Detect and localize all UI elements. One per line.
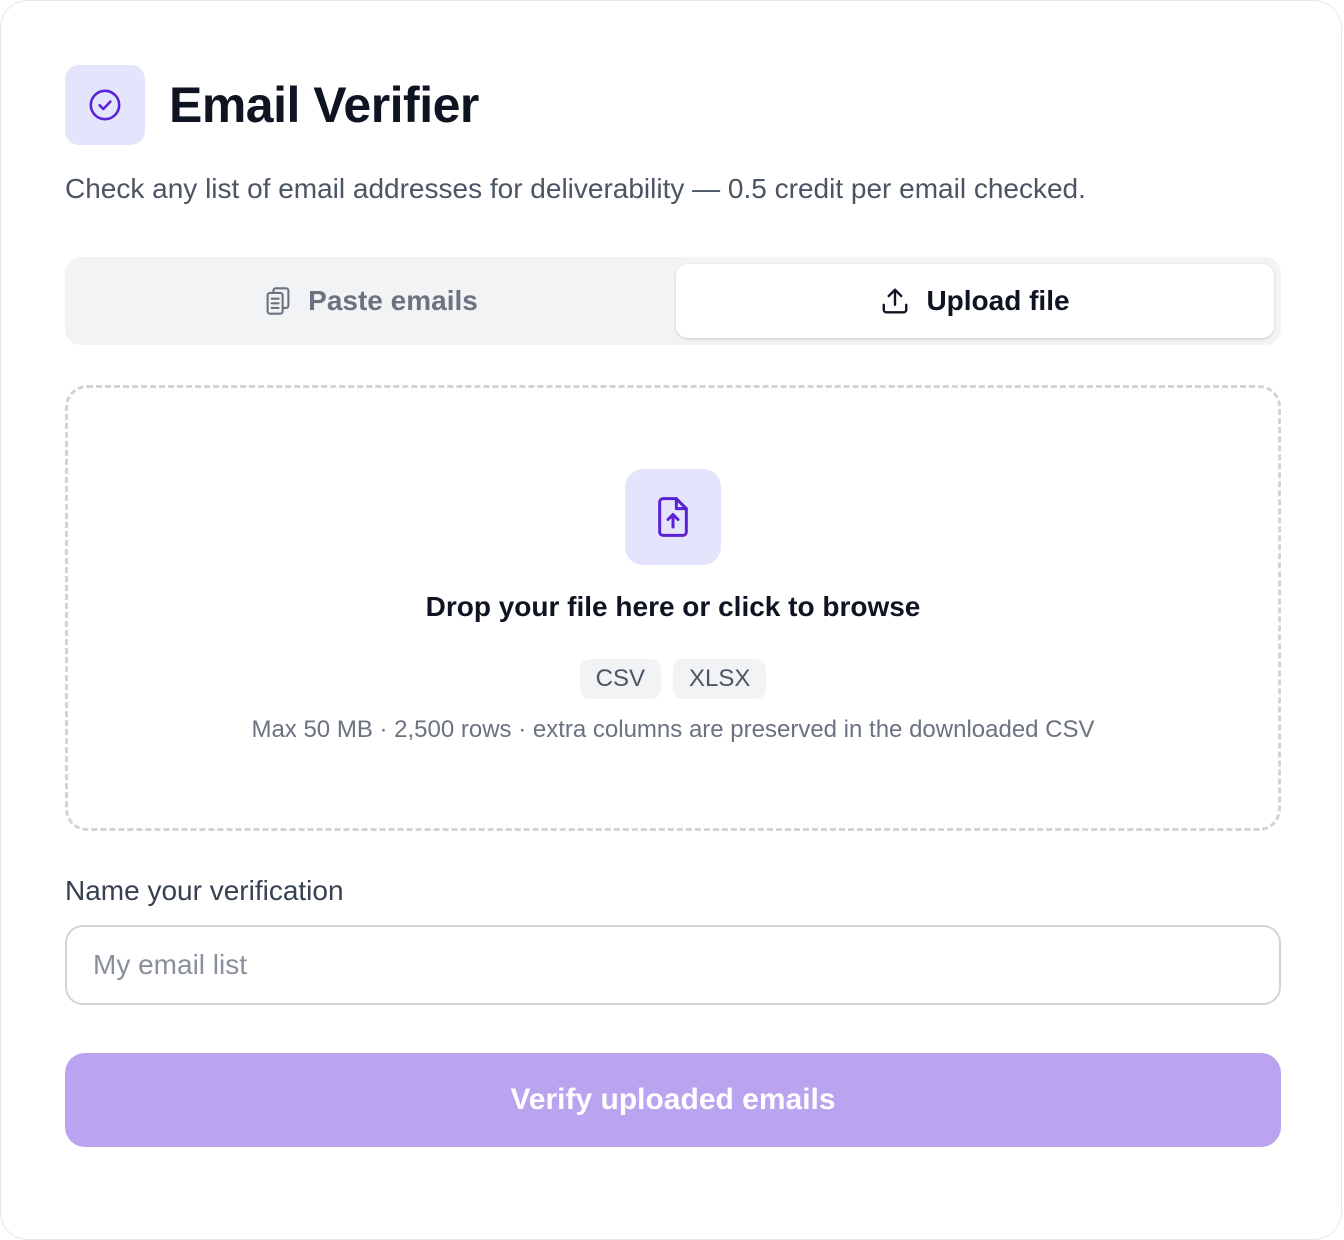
file-dropzone[interactable]: Drop your file here or click to browse C…: [65, 385, 1281, 831]
verification-name-input[interactable]: [65, 925, 1281, 1005]
upload-icon: [880, 286, 910, 316]
dropzone-title: Drop your file here or click to browse: [425, 591, 921, 622]
accepted-formats: CSV XLSX: [68, 659, 1278, 699]
check-circle-icon: [89, 89, 121, 121]
email-verifier-card: Email Verifier Check any list of email a…: [0, 0, 1342, 1240]
logo-tile: [65, 65, 145, 145]
tab-upload-file[interactable]: Upload file: [676, 264, 1274, 338]
verify-uploaded-emails-button[interactable]: Verify uploaded emails: [65, 1053, 1281, 1147]
tab-paste-emails-label: Paste emails: [308, 285, 478, 316]
dropzone-hint: Max 50 MB · 2,500 rows · extra columns a…: [251, 716, 1095, 743]
file-upload-tile: [625, 469, 721, 565]
clipboard-icon: [264, 286, 292, 316]
page-subtitle: Check any list of email addresses for de…: [65, 173, 1086, 204]
page-title: Email Verifier: [169, 77, 479, 133]
tab-upload-file-label: Upload file: [926, 285, 1070, 316]
input-mode-tabs: Paste emails Upload file: [65, 257, 1281, 345]
file-upload-icon: [658, 497, 688, 537]
header: Email Verifier: [65, 65, 479, 145]
verification-name-label: Name your verification: [65, 875, 344, 906]
format-badge-xlsx: XLSX: [672, 659, 767, 699]
format-badge-csv: CSV: [579, 659, 661, 699]
tab-paste-emails[interactable]: Paste emails: [72, 264, 670, 338]
